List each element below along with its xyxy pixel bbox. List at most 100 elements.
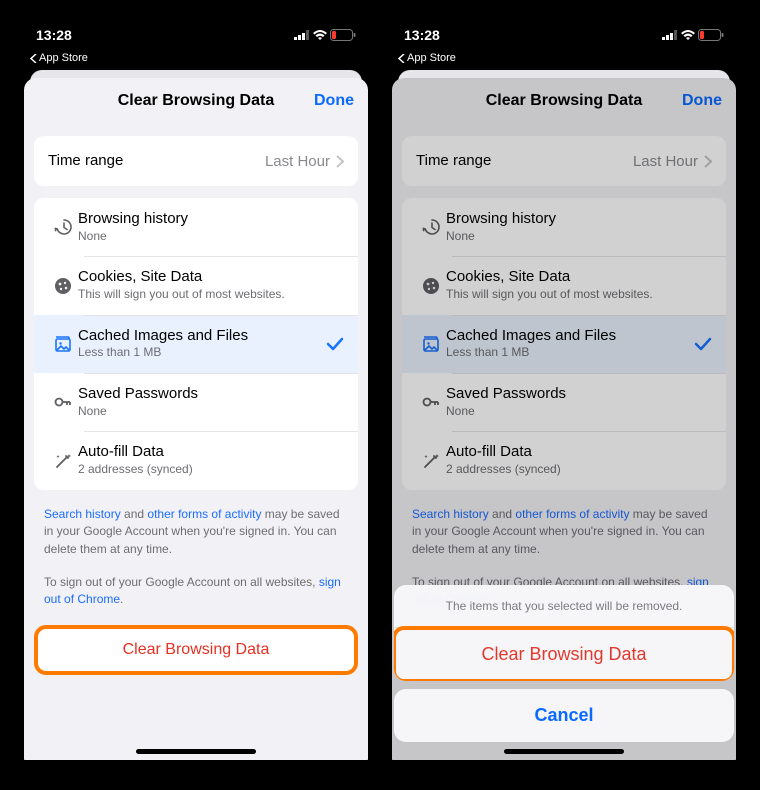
cookie-icon xyxy=(416,276,446,296)
data-type-row[interactable]: Cached Images and FilesLess than 1 MB xyxy=(402,315,726,373)
breadcrumb[interactable]: App Store xyxy=(386,50,742,70)
fineprint-1: Search history and other forms of activi… xyxy=(392,490,736,558)
image-icon xyxy=(48,334,78,354)
wand-icon xyxy=(416,451,446,471)
row-title: Auto-fill Data xyxy=(446,443,712,462)
action-sheet: The items that you selected will be remo… xyxy=(394,585,734,750)
history-icon xyxy=(416,217,446,237)
row-subtitle: Less than 1 MB xyxy=(446,345,694,361)
status-indicators xyxy=(294,29,356,41)
row-subtitle: 2 addresses (synced) xyxy=(446,462,712,478)
other-activity-link[interactable]: other forms of activity xyxy=(515,507,629,521)
data-type-row[interactable]: Auto-fill Data2 addresses (synced) xyxy=(34,431,358,489)
data-type-row[interactable]: Browsing historyNone xyxy=(34,198,358,256)
row-subtitle: None xyxy=(446,404,712,420)
data-types-group: Browsing historyNoneCookies, Site DataTh… xyxy=(34,198,358,490)
search-history-link[interactable]: Search history xyxy=(412,507,489,521)
row-title: Browsing history xyxy=(78,210,344,229)
status-bar: 13:28 xyxy=(386,20,742,50)
content: Time range Last Hour Browsing historyNon… xyxy=(24,124,368,760)
action-sheet-main: The items that you selected will be remo… xyxy=(394,585,734,681)
clear-browsing-data-button[interactable]: Clear Browsing Data xyxy=(36,627,356,673)
history-icon xyxy=(48,217,78,237)
status-indicators xyxy=(662,29,724,41)
timerange-value: Last Hour xyxy=(265,153,330,170)
sheet: Clear Browsing Data Done Time range Last… xyxy=(24,78,368,760)
timerange-value: Last Hour xyxy=(633,153,698,170)
key-icon xyxy=(416,392,446,412)
cancel-button[interactable]: Cancel xyxy=(394,689,734,742)
chevron-right-icon xyxy=(704,155,712,168)
back-caret-icon xyxy=(30,54,37,63)
action-sheet-cancel-group: Cancel xyxy=(394,689,734,742)
cookie-icon xyxy=(48,276,78,296)
row-subtitle: This will sign you out of most websites. xyxy=(446,287,712,303)
check-icon xyxy=(694,337,712,351)
sheet-stack: Clear Browsing Data Done Time range Last… xyxy=(386,70,742,760)
chevron-right-icon xyxy=(336,155,344,168)
data-type-row[interactable]: Browsing historyNone xyxy=(402,198,726,256)
row-title: Browsing history xyxy=(446,210,712,229)
row-subtitle: This will sign you out of most websites. xyxy=(78,287,344,303)
row-title: Saved Passwords xyxy=(446,385,712,404)
fineprint-1: Search history and other forms of activi… xyxy=(24,490,368,558)
status-time: 13:28 xyxy=(36,27,72,43)
signal-icon xyxy=(662,30,678,40)
timerange-label: Time range xyxy=(416,152,633,171)
fineprint-2: To sign out of your Google Account on al… xyxy=(24,558,368,609)
row-title: Cached Images and Files xyxy=(78,327,326,346)
battery-icon xyxy=(330,29,356,41)
action-sheet-message: The items that you selected will be remo… xyxy=(394,585,734,628)
page-title: Clear Browsing Data xyxy=(486,92,642,110)
timerange-group: Time range Last Hour xyxy=(34,136,358,186)
data-type-row[interactable]: Cached Images and FilesLess than 1 MB xyxy=(34,315,358,373)
sheet-header: Clear Browsing Data Done xyxy=(392,78,736,124)
row-title: Cookies, Site Data xyxy=(78,268,344,287)
row-title: Cached Images and Files xyxy=(446,327,694,346)
home-indicator[interactable] xyxy=(504,749,624,754)
sheet-stack: Clear Browsing Data Done Time range Last… xyxy=(18,70,374,760)
row-title: Auto-fill Data xyxy=(78,443,344,462)
image-icon xyxy=(416,334,446,354)
data-type-row[interactable]: Saved PasswordsNone xyxy=(402,373,726,431)
row-subtitle: None xyxy=(78,404,344,420)
data-type-row[interactable]: Cookies, Site DataThis will sign you out… xyxy=(402,256,726,314)
battery-icon xyxy=(698,29,724,41)
wifi-icon xyxy=(680,29,696,41)
sheet-header: Clear Browsing Data Done xyxy=(24,78,368,124)
phone-right: 13:28 App Store Clear Browsing Data Done… xyxy=(386,20,742,760)
timerange-row[interactable]: Time range Last Hour xyxy=(34,136,358,186)
page-title: Clear Browsing Data xyxy=(118,92,274,110)
done-button[interactable]: Done xyxy=(682,92,722,110)
data-type-row[interactable]: Cookies, Site DataThis will sign you out… xyxy=(34,256,358,314)
confirm-clear-button[interactable]: Clear Browsing Data xyxy=(394,628,734,681)
data-type-row[interactable]: Saved PasswordsNone xyxy=(34,373,358,431)
row-subtitle: None xyxy=(446,229,712,245)
breadcrumb-label: App Store xyxy=(39,52,88,64)
timerange-row[interactable]: Time range Last Hour xyxy=(402,136,726,186)
status-time: 13:28 xyxy=(404,27,440,43)
home-indicator[interactable] xyxy=(136,749,256,754)
status-bar: 13:28 xyxy=(18,20,374,50)
back-caret-icon xyxy=(398,54,405,63)
check-icon xyxy=(326,337,344,351)
data-types-group: Browsing historyNoneCookies, Site DataTh… xyxy=(402,198,726,490)
wifi-icon xyxy=(312,29,328,41)
row-title: Saved Passwords xyxy=(78,385,344,404)
data-type-row[interactable]: Auto-fill Data2 addresses (synced) xyxy=(402,431,726,489)
row-title: Cookies, Site Data xyxy=(446,268,712,287)
breadcrumb[interactable]: App Store xyxy=(18,50,374,70)
timerange-label: Time range xyxy=(48,152,265,171)
other-activity-link[interactable]: other forms of activity xyxy=(147,507,261,521)
row-subtitle: Less than 1 MB xyxy=(78,345,326,361)
wand-icon xyxy=(48,451,78,471)
search-history-link[interactable]: Search history xyxy=(44,507,121,521)
row-subtitle: None xyxy=(78,229,344,245)
signal-icon xyxy=(294,30,310,40)
row-subtitle: 2 addresses (synced) xyxy=(78,462,344,478)
done-button[interactable]: Done xyxy=(314,92,354,110)
breadcrumb-label: App Store xyxy=(407,52,456,64)
phone-left: 13:28 App Store Clear Browsing Data Done… xyxy=(18,20,374,760)
key-icon xyxy=(48,392,78,412)
timerange-group: Time range Last Hour xyxy=(402,136,726,186)
